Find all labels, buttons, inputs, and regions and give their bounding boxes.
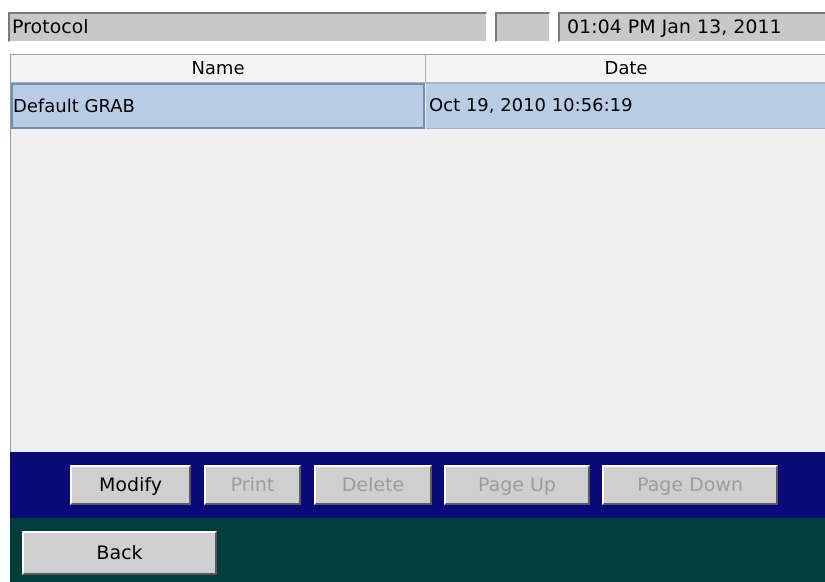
action-bar: Modify Print Delete Page Up Page Down bbox=[10, 452, 825, 518]
table-row[interactable]: Default GRAB Oct 19, 2010 10:56:19 bbox=[11, 83, 825, 129]
protocol-list: Name Date Default GRAB Oct 19, 2010 10:5… bbox=[10, 54, 825, 452]
screen-title: Protocol bbox=[8, 12, 487, 42]
column-header-name[interactable]: Name bbox=[11, 55, 426, 83]
delete-button[interactable]: Delete bbox=[314, 465, 432, 505]
page-up-button[interactable]: Page Up bbox=[444, 465, 590, 505]
navigation-bar: Back bbox=[10, 518, 825, 582]
clock-display: 01:04 PM Jan 13, 2011 bbox=[558, 12, 825, 42]
row-name-cell[interactable]: Default GRAB bbox=[11, 83, 425, 129]
status-indicator bbox=[495, 12, 550, 42]
protocol-screen: Protocol 01:04 PM Jan 13, 2011 Name Date… bbox=[0, 0, 825, 582]
title-bar: Protocol 01:04 PM Jan 13, 2011 bbox=[8, 10, 825, 44]
back-button[interactable]: Back bbox=[22, 531, 217, 575]
row-date-cell[interactable]: Oct 19, 2010 10:56:19 bbox=[426, 83, 825, 129]
column-header-date[interactable]: Date bbox=[426, 55, 825, 83]
page-down-button[interactable]: Page Down bbox=[602, 465, 778, 505]
modify-button[interactable]: Modify bbox=[70, 465, 191, 505]
list-header: Name Date bbox=[11, 55, 825, 83]
print-button[interactable]: Print bbox=[204, 465, 301, 505]
